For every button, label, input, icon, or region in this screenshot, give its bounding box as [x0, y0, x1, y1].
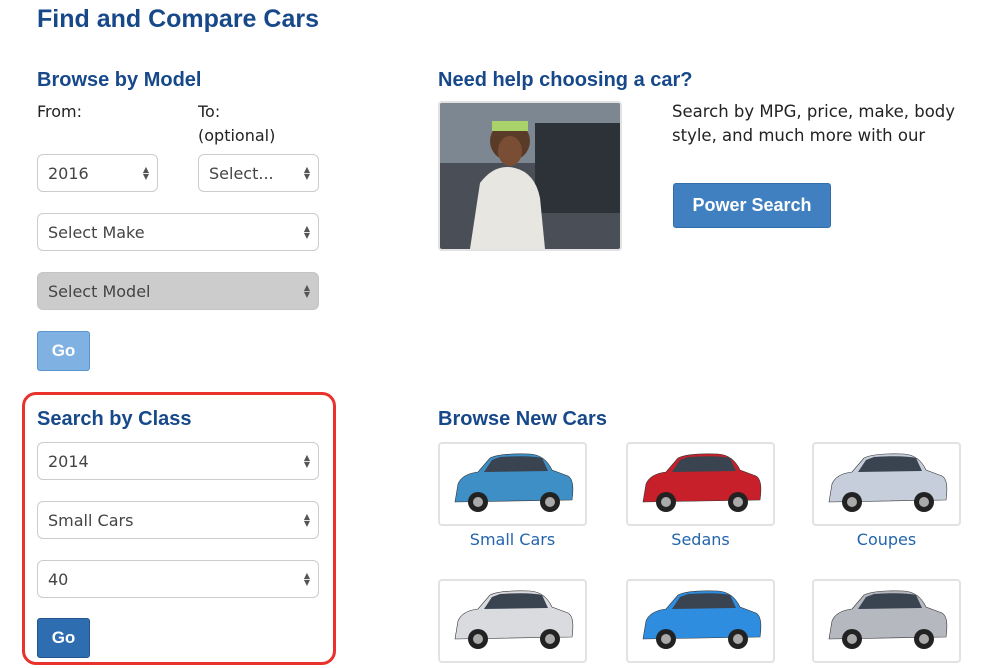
select-value: Select Make: [48, 222, 145, 242]
updown-arrow-icon: ▲ ▼: [303, 165, 310, 181]
results-count-select[interactable]: 40 ▲ ▼: [37, 560, 319, 598]
class-year-select[interactable]: 2014 ▲ ▼: [37, 442, 319, 480]
car-card-0[interactable]: [438, 442, 587, 526]
updown-arrow-icon: ▲ ▼: [303, 571, 310, 587]
optional-text: (optional): [198, 126, 276, 145]
help-heading: Need help choosing a car?: [438, 69, 693, 91]
power-search-button[interactable]: Power Search: [673, 183, 831, 228]
browse-new-cars-heading: Browse New Cars: [438, 408, 607, 430]
from-label: From:: [37, 102, 83, 121]
select-value: Select Model: [48, 281, 151, 301]
updown-arrow-icon: ▲ ▼: [303, 512, 310, 528]
from-year-select[interactable]: 2016 ▲ ▼: [37, 154, 158, 192]
updown-arrow-icon: ▲ ▼: [303, 453, 310, 469]
class-select[interactable]: Small Cars ▲ ▼: [37, 501, 319, 539]
select-value: 2016: [48, 163, 89, 183]
select-value: Select...: [209, 163, 274, 183]
car-image: [454, 453, 574, 512]
model-select[interactable]: Select Model ▲ ▼: [37, 272, 319, 310]
browse-go-button[interactable]: Go: [37, 331, 90, 371]
updown-arrow-icon: ▲ ▼: [303, 224, 310, 240]
car-card-1[interactable]: [626, 442, 775, 526]
car-card-3[interactable]: [438, 579, 587, 663]
to-label: To: (optional): [198, 100, 275, 148]
make-select[interactable]: Select Make ▲ ▼: [37, 213, 319, 251]
page-title: Find and Compare Cars: [37, 5, 319, 33]
class-go-button[interactable]: Go: [37, 618, 90, 658]
car-image: [454, 590, 574, 649]
car-card-4[interactable]: [626, 579, 775, 663]
help-photo: [438, 101, 622, 251]
car-class-link[interactable]: Sedans: [626, 530, 775, 549]
select-value: Small Cars: [48, 510, 134, 530]
car-image: [642, 590, 762, 649]
to-year-select[interactable]: Select... ▲ ▼: [198, 154, 319, 192]
car-image: [642, 453, 762, 512]
car-class-link[interactable]: Coupes: [812, 530, 961, 549]
select-value: 40: [48, 569, 69, 589]
to-text: To:: [198, 102, 221, 121]
car-class-link[interactable]: Small Cars: [438, 530, 587, 549]
car-image: [828, 590, 948, 649]
browse-by-model-heading: Browse by Model: [37, 69, 202, 91]
help-text: Search by MPG, price, make, body style, …: [672, 102, 956, 145]
car-card-2[interactable]: [812, 442, 961, 526]
updown-arrow-icon: ▲ ▼: [142, 165, 149, 181]
car-card-5[interactable]: [812, 579, 961, 663]
select-value: 2014: [48, 451, 89, 471]
search-by-class-heading: Search by Class: [37, 408, 192, 430]
car-image: [828, 453, 948, 512]
updown-arrow-icon: ▲ ▼: [303, 283, 310, 299]
